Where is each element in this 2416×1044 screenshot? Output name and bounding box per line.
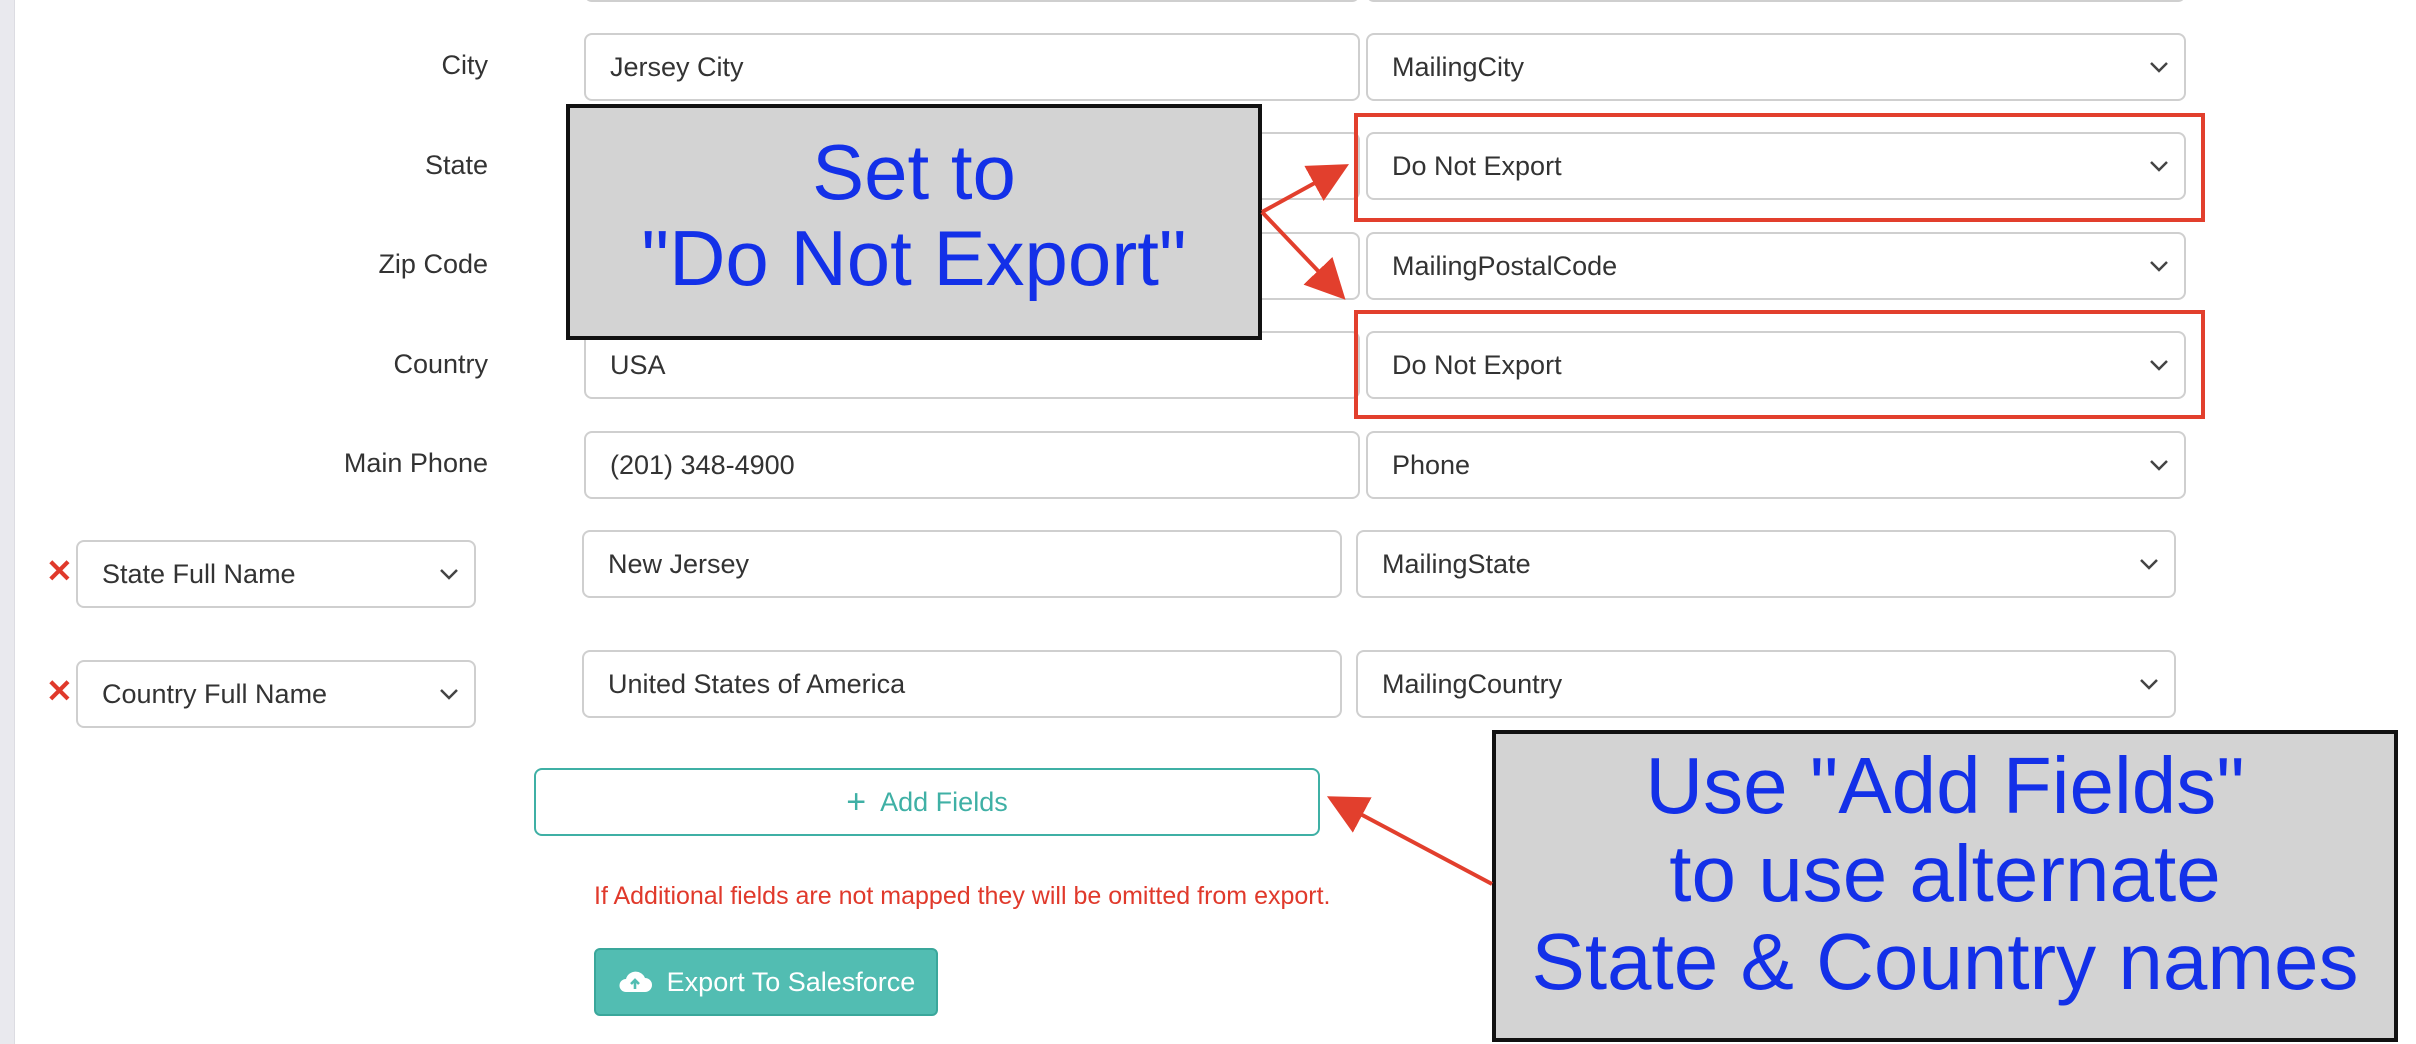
extra-source-select[interactable]: Country Full Name bbox=[76, 660, 476, 728]
remove-x-icon[interactable]: ✕ bbox=[46, 672, 73, 710]
callout-line: Use "Add Fields" bbox=[1645, 741, 2245, 830]
add-fields-button[interactable]: + Add Fields bbox=[534, 768, 1320, 836]
remove-x-icon[interactable]: ✕ bbox=[46, 552, 73, 590]
chevron-down-icon bbox=[2150, 460, 2168, 471]
extra-value-input[interactable]: New Jersey bbox=[582, 530, 1342, 598]
do-not-export-callout: Set to "Do Not Export" bbox=[566, 104, 1262, 340]
extra-value-input[interactable]: United States of America bbox=[582, 650, 1342, 718]
chevron-down-icon bbox=[2140, 559, 2158, 570]
unmapped-note: If Additional fields are not mapped they… bbox=[594, 882, 1331, 910]
export-to-salesforce-button[interactable]: Export To Salesforce bbox=[594, 948, 938, 1016]
callout-line: "Do Not Export" bbox=[641, 213, 1187, 302]
state-highlight-box bbox=[1354, 113, 2205, 222]
phone-label: Main Phone bbox=[343, 448, 488, 478]
extra-field-select[interactable]: MailingCountry bbox=[1356, 650, 2176, 718]
left-rail bbox=[0, 0, 15, 1044]
zip-label: Zip Code bbox=[378, 249, 488, 279]
chevron-down-icon bbox=[440, 569, 458, 580]
add-fields-callout: Use "Add Fields" to use alternate State … bbox=[1492, 730, 2398, 1042]
partial-select-top[interactable] bbox=[1366, 0, 2186, 2]
partial-input-top[interactable] bbox=[584, 0, 1360, 2]
extra-field-select[interactable]: MailingState bbox=[1356, 530, 2176, 598]
add-fields-label: Add Fields bbox=[880, 786, 1008, 817]
phone-field-select[interactable]: Phone bbox=[1366, 431, 2186, 499]
arrow-icon bbox=[1326, 796, 1493, 886]
state-label: State bbox=[424, 150, 488, 180]
country-highlight-box bbox=[1354, 310, 2205, 419]
city-field-value: MailingCity bbox=[1392, 51, 1525, 82]
chevron-down-icon bbox=[2150, 261, 2168, 272]
extra-source-select[interactable]: State Full Name bbox=[76, 540, 476, 608]
plus-icon: + bbox=[846, 783, 867, 821]
city-input[interactable]: Jersey City bbox=[584, 33, 1360, 101]
export-button-label: Export To Salesforce bbox=[666, 966, 916, 997]
phone-input[interactable]: (201) 348-4900 bbox=[584, 431, 1360, 499]
phone-field-value: Phone bbox=[1392, 449, 1471, 480]
zip-field-select[interactable]: MailingPostalCode bbox=[1366, 232, 2186, 300]
country-label: Country bbox=[393, 349, 488, 379]
callout-line: State & Country names bbox=[1531, 917, 2359, 1006]
country-input[interactable]: USA bbox=[584, 331, 1360, 399]
chevron-down-icon bbox=[2150, 62, 2168, 73]
city-field-select[interactable]: MailingCity bbox=[1366, 33, 2186, 101]
city-label: City bbox=[441, 50, 489, 80]
extra-source-value: State Full Name bbox=[102, 558, 296, 589]
extra-source-value: Country Full Name bbox=[102, 678, 328, 709]
cloud-upload-icon bbox=[619, 971, 652, 992]
chevron-down-icon bbox=[440, 689, 458, 700]
callout-line: Set to bbox=[812, 128, 1016, 216]
extra-field-value: MailingCountry bbox=[1382, 668, 1563, 699]
zip-field-value: MailingPostalCode bbox=[1392, 250, 1618, 281]
extra-field-value: MailingState bbox=[1382, 548, 1531, 579]
chevron-down-icon bbox=[2140, 679, 2158, 690]
callout-line: to use alternate bbox=[1669, 829, 2221, 918]
